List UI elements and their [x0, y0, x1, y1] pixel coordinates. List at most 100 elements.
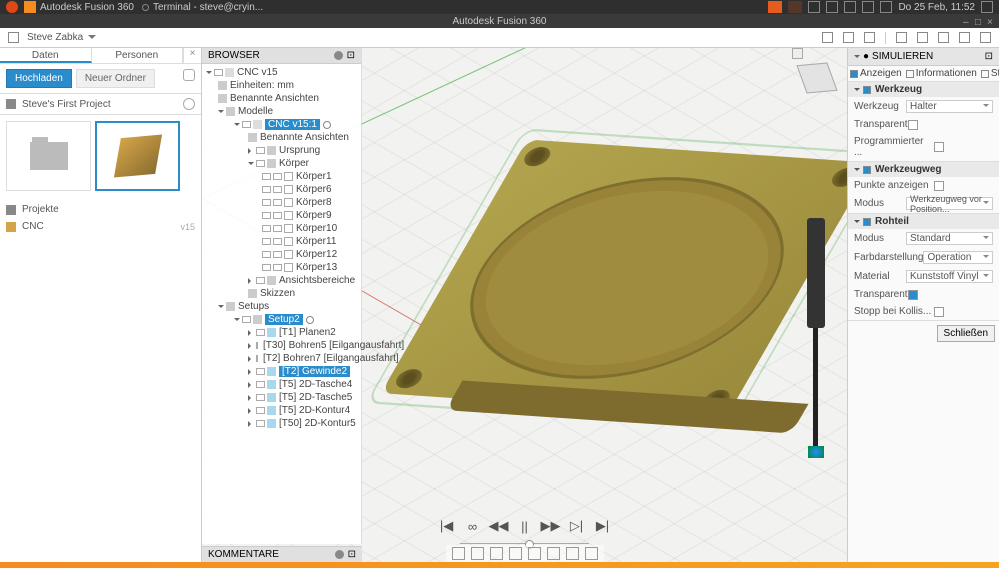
folder-thumbnail[interactable]	[6, 121, 91, 191]
taskbar-app-terminal[interactable]: Terminal - steve@cryin...	[153, 2, 263, 13]
zoom-icon[interactable]	[509, 547, 522, 560]
visibility-toggle[interactable]	[256, 407, 265, 414]
tree-node[interactable]: Skizzen	[202, 287, 361, 300]
grid-menu-icon[interactable]	[8, 32, 19, 43]
close-panel-icon[interactable]: ×	[183, 48, 201, 63]
viewport-3d[interactable]: BROWSER⊡ CNC v15Einheiten: mmBenannte An…	[202, 48, 847, 562]
visibility-toggle[interactable]	[256, 368, 265, 375]
tray-icon[interactable]	[862, 1, 874, 13]
expand-icon[interactable]	[234, 318, 240, 324]
collapse-icon[interactable]	[854, 168, 860, 174]
collapse-icon[interactable]	[854, 220, 860, 226]
settings-icon[interactable]	[183, 69, 195, 81]
tab-stats[interactable]: Statistik	[979, 66, 999, 81]
expand-icon[interactable]	[248, 395, 254, 401]
close-button[interactable]: Schließen	[937, 325, 995, 342]
filter-icon[interactable]	[864, 32, 875, 43]
visibility-toggle[interactable]	[242, 121, 251, 128]
pin-icon[interactable]: ⊡	[347, 50, 355, 61]
new-folder-button[interactable]: Neuer Ordner	[76, 69, 155, 88]
expand-icon[interactable]	[248, 343, 254, 349]
expand-icon[interactable]	[234, 123, 240, 129]
tree-node[interactable]: Körper12	[202, 248, 361, 261]
tree-node[interactable]: Körper10	[202, 222, 361, 235]
tray-badge-1[interactable]	[768, 1, 782, 13]
undo-icon[interactable]	[959, 32, 970, 43]
visibility-toggle[interactable]	[242, 316, 251, 323]
close-icon[interactable]: ×	[987, 17, 995, 25]
redo-icon[interactable]	[980, 32, 991, 43]
new-file-icon[interactable]	[917, 32, 928, 43]
show-points-checkbox[interactable]	[934, 181, 944, 191]
tree-node[interactable]: Setup2	[202, 313, 361, 326]
visibility-toggle[interactable]	[262, 251, 271, 258]
visibility-toggle[interactable]	[256, 355, 258, 362]
taskbar-app-fusion[interactable]: Autodesk Fusion 360	[40, 2, 134, 13]
visibility-toggle[interactable]	[262, 186, 271, 193]
visibility-toggle[interactable]	[273, 186, 282, 193]
tree-node[interactable]: Modelle	[202, 105, 361, 118]
expand-icon[interactable]	[248, 148, 254, 154]
tab-show[interactable]: Anzeigen	[848, 66, 904, 81]
stock-transparent-checkbox[interactable]	[908, 290, 918, 300]
tree-node[interactable]: [T30] Bohren5 [Eilgangausfahrt]	[202, 339, 361, 352]
visibility-toggle[interactable]	[273, 251, 282, 258]
tree-node[interactable]: Einheiten: mm	[202, 79, 361, 92]
stop-collision-checkbox[interactable]	[934, 307, 944, 317]
forward-icon[interactable]: ▶▶	[543, 518, 559, 534]
tray-badge-2[interactable]	[788, 1, 802, 13]
tree-node[interactable]: Körper9	[202, 209, 361, 222]
show-checkbox[interactable]	[863, 166, 871, 174]
options-icon[interactable]	[335, 550, 344, 559]
cnc-thumbnail[interactable]	[95, 121, 180, 191]
visibility-toggle[interactable]	[262, 199, 271, 206]
look-at-icon[interactable]	[471, 547, 484, 560]
tree-node[interactable]: CNC v15:1	[202, 118, 361, 131]
tree-node[interactable]: Ansichtsbereiche	[202, 274, 361, 287]
visibility-toggle[interactable]	[262, 225, 271, 232]
search-icon[interactable]	[843, 32, 854, 43]
view-grid-icon[interactable]	[896, 32, 907, 43]
tree-node[interactable]: Körper13	[202, 261, 361, 274]
stock-mode-select[interactable]: Standard	[906, 232, 993, 245]
color-select[interactable]: Operation	[923, 251, 993, 264]
expand-icon[interactable]	[248, 278, 254, 284]
tree-node[interactable]: Setups	[202, 300, 361, 313]
loop-icon[interactable]: ∞	[465, 518, 481, 534]
mode-select[interactable]: Werkzeugweg vor Position...	[906, 197, 993, 210]
expand-icon[interactable]	[218, 305, 224, 311]
visibility-toggle[interactable]	[256, 381, 265, 388]
refresh-icon[interactable]	[822, 32, 833, 43]
expand-icon[interactable]	[248, 162, 254, 168]
visibility-toggle[interactable]	[262, 238, 271, 245]
visibility-toggle[interactable]	[256, 342, 258, 349]
tree-node[interactable]: [T50] 2D-Kontur5	[202, 417, 361, 430]
clock[interactable]: Do 25 Feb, 11:52	[898, 2, 975, 13]
tree-node[interactable]: Körper6	[202, 183, 361, 196]
display-icon[interactable]	[547, 547, 560, 560]
visibility-toggle[interactable]	[262, 212, 271, 219]
tree-node[interactable]: CNC v15	[202, 66, 361, 79]
maximize-icon[interactable]: □	[975, 17, 983, 25]
projects-item[interactable]: Projekte	[6, 201, 195, 218]
expand-icon[interactable]	[218, 110, 224, 116]
tool-select[interactable]: Halter	[906, 100, 993, 113]
skip-next-icon[interactable]: ▷|	[569, 518, 585, 534]
tree-node[interactable]: Körper11	[202, 235, 361, 248]
expand-icon[interactable]	[248, 330, 254, 336]
breadcrumb[interactable]: Steve's First Project	[22, 99, 111, 110]
tree-node[interactable]: Körper1	[202, 170, 361, 183]
collapse-icon[interactable]	[854, 55, 860, 61]
fit-icon[interactable]	[528, 547, 541, 560]
tab-info[interactable]: Informationen	[904, 66, 979, 81]
terminal-taskbar-icon[interactable]	[142, 4, 149, 11]
visibility-toggle[interactable]	[256, 329, 265, 336]
visibility-toggle[interactable]	[273, 212, 282, 219]
tree-node[interactable]: Benannte Ansichten	[202, 92, 361, 105]
transparent-checkbox[interactable]	[908, 120, 918, 130]
tree-node[interactable]: [T5] 2D-Tasche4	[202, 378, 361, 391]
people-icon[interactable]	[183, 98, 195, 110]
expand-icon[interactable]	[248, 382, 254, 388]
visibility-toggle[interactable]	[256, 420, 265, 427]
visibility-toggle[interactable]	[262, 173, 271, 180]
